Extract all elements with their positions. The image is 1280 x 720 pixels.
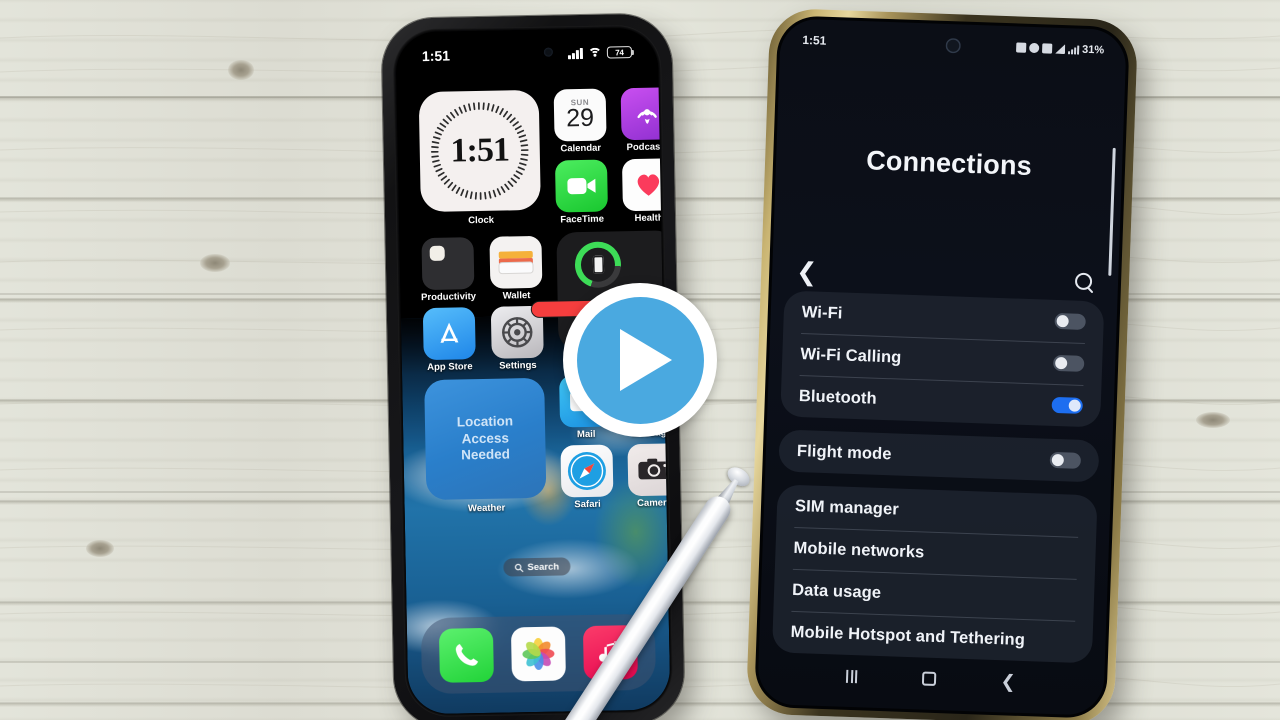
flight-mode-toggle[interactable] [1049,451,1082,469]
toggles-card: Wi-Fi Wi-Fi Calling Bluetooth [780,290,1105,428]
clock-widget-label: Clock [468,214,495,227]
alarm-icon [1015,42,1027,53]
row-label: Mobile networks [793,538,925,561]
recents-icon[interactable] [846,669,858,683]
health-icon[interactable] [621,158,671,212]
home-icon[interactable] [921,671,937,686]
network-options-card: SIM manager Mobile networks Data usage M… [771,484,1098,664]
weather-widget-message: Location Access Needed [456,413,514,463]
android-battery-text: 31% [1081,43,1105,57]
list-item-flight-mode[interactable]: Flight mode [778,429,1099,482]
row-label: Mobile Hotspot and Tethering [790,622,1026,649]
settings-label: Settings [499,359,537,372]
wood-knot [200,254,230,272]
clock-tick-marks [425,96,535,206]
row-label: Wi-Fi [801,302,843,322]
photos-pinwheel-icon[interactable] [510,626,566,682]
facetime-label: FaceTime [560,213,605,226]
weather-widget-label: Weather [467,502,506,515]
iphone-status-bar: 1:51 74 [396,40,658,69]
search-icon [514,563,524,572]
health-label: Health [634,212,664,225]
safari-label: Safari [574,498,601,511]
phone-outline-icon [592,255,604,274]
android-status-time: 1:51 [802,32,827,48]
wallet-label: Wallet [502,290,531,302]
facetime-icon[interactable] [554,159,608,213]
podcasts-label: Podcasts [626,141,669,154]
connections-settings-list: Wi-Fi Wi-Fi Calling Bluetooth Flight mod… [771,290,1105,676]
row-label: Flight mode [796,441,892,463]
wood-knot [1196,412,1230,428]
android-device: 1:51 31% Connections ❮ Wi-Fi Wi-Fi Calli… [745,7,1139,720]
weather-widget[interactable]: Location Access Needed [424,377,547,501]
android-screen[interactable]: 1:51 31% Connections ❮ Wi-Fi Wi-Fi Calli… [757,18,1127,716]
wallet-icon[interactable] [489,235,543,289]
chevron-left-icon[interactable]: ❮ [796,257,818,286]
folder-icon[interactable] [421,237,475,291]
productivity-label: Productivity [421,291,477,304]
wood-knot [228,60,254,80]
podcasts-icon[interactable] [620,87,671,141]
safari-compass-icon[interactable] [560,444,614,498]
signal-icon [1055,44,1065,54]
row-label: SIM manager [794,496,900,519]
battery-icon: 74 [606,45,633,59]
battery-percent-text: 74 [615,47,624,57]
page-title: Connections [865,145,1033,182]
flight-mode-card: Flight mode [778,429,1100,483]
play-triangle-icon [620,329,672,391]
android-bezel: 1:51 31% Connections ❮ Wi-Fi Wi-Fi Calli… [754,15,1130,719]
wood-knot [86,540,114,557]
wifi-icon [587,47,603,62]
wifi-toggle[interactable] [1054,312,1086,330]
calendar-label: Calendar [560,142,602,155]
mail-label: Mail [576,428,596,441]
bluetooth-toggle[interactable] [1051,396,1084,414]
scene-root: 1:51 74 1:51 Clock SUN 29 Calendar Podca… [0,0,1280,720]
camera-icon[interactable] [627,443,671,497]
play-button-circle [576,296,704,424]
camera-label: Camera [637,497,671,510]
search-pill[interactable]: Search [503,557,571,577]
cellular-bars-icon [1067,45,1080,55]
nfc-icon [1028,42,1040,54]
calendar-icon[interactable]: SUN 29 [553,88,607,142]
vibrate-icon [1041,43,1053,54]
battery-ring-icon [574,241,622,289]
row-label: Bluetooth [798,386,878,408]
phone-icon[interactable] [438,627,494,683]
search-icon[interactable] [1075,272,1095,292]
app-store-icon[interactable] [422,307,476,361]
iphone-status-time: 1:51 [421,47,451,65]
clock-widget[interactable]: 1:51 [418,89,541,213]
calendar-day: 29 [565,103,595,133]
wifi-calling-toggle[interactable] [1052,354,1085,372]
app-store-label: App Store [427,361,473,374]
play-button[interactable] [563,283,717,437]
search-pill-label: Search [527,561,560,573]
row-label: Data usage [791,580,882,602]
cellular-bars-icon [568,47,584,59]
back-icon[interactable]: ❮ [1000,671,1016,692]
row-label: Wi-Fi Calling [800,344,902,367]
